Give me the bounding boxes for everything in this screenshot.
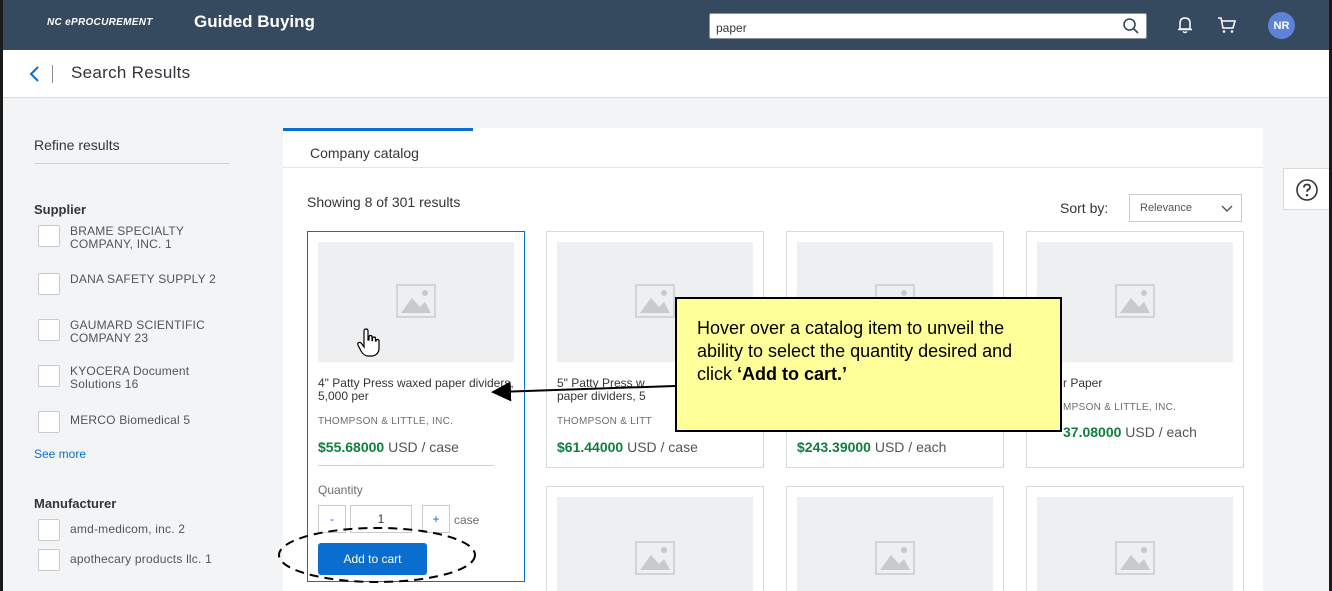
divider bbox=[318, 465, 494, 466]
product-image-placeholder[interactable] bbox=[797, 497, 993, 591]
see-more-link[interactable]: See more bbox=[34, 447, 86, 461]
catalog-tab-bar: Company catalog bbox=[283, 128, 1263, 168]
search-icon[interactable] bbox=[1122, 17, 1140, 35]
price-amount: $61.44000 bbox=[557, 439, 624, 455]
back-icon[interactable] bbox=[27, 64, 43, 84]
product-image-placeholder[interactable] bbox=[557, 497, 753, 591]
supplier-filter-item[interactable]: KYOCERA Document Solutions 16 bbox=[34, 365, 244, 405]
increment-button[interactable]: + bbox=[422, 505, 450, 533]
image-placeholder-icon bbox=[396, 284, 436, 318]
results-count: Showing 8 of 301 results bbox=[307, 194, 461, 210]
filter-label: amd-medicom, inc. 2 bbox=[70, 522, 186, 536]
filter-checkbox[interactable] bbox=[38, 411, 60, 433]
catalog-item-card[interactable] bbox=[1026, 486, 1244, 591]
price-amount: 37.08000 bbox=[1063, 424, 1122, 440]
price-unit: USD / case bbox=[388, 439, 459, 455]
price-amount: $55.68000 bbox=[318, 439, 385, 455]
supplier-filter-item[interactable]: DANA SAFETY SUPPLY 2 bbox=[34, 273, 244, 313]
add-to-cart-button[interactable]: Add to cart bbox=[318, 543, 427, 575]
manufacturer-facet-title: Manufacturer bbox=[34, 496, 117, 511]
sort-label: Sort by: bbox=[1060, 200, 1109, 216]
filter-checkbox[interactable] bbox=[38, 319, 60, 341]
sort-value: Relevance bbox=[1140, 202, 1192, 214]
image-placeholder-icon bbox=[635, 541, 675, 575]
price-unit: USD / each bbox=[874, 439, 947, 455]
search-input[interactable] bbox=[710, 14, 1110, 38]
tab-company-catalog[interactable]: Company catalog bbox=[283, 128, 473, 168]
bell-icon[interactable] bbox=[1173, 13, 1197, 37]
image-placeholder-icon bbox=[635, 284, 675, 318]
quantity-stepper[interactable]: - 1 + bbox=[318, 505, 458, 533]
filter-label: MERCO Biomedical 5 bbox=[70, 413, 191, 427]
item-supplier: THOMPSON & LITTLE, INC. bbox=[318, 416, 454, 427]
item-name[interactable]: r Paper bbox=[1063, 377, 1263, 390]
item-name[interactable]: 5" Patty Press w paper dividers, 5 bbox=[557, 377, 677, 403]
filter-checkbox[interactable] bbox=[38, 225, 60, 247]
image-placeholder-icon bbox=[875, 541, 915, 575]
supplier-filter-item[interactable]: GAUMARD SCIENTIFIC COMPANY 23 bbox=[34, 319, 244, 359]
quantity-input[interactable]: 1 bbox=[350, 505, 412, 533]
image-placeholder-icon bbox=[1115, 284, 1155, 318]
supplier-filter-item[interactable]: MERCO Biomedical 5 bbox=[34, 411, 244, 451]
callout-text: Hover over a catalog item to unveil the … bbox=[697, 317, 1047, 386]
supplier-facet-title: Supplier bbox=[34, 202, 87, 217]
refine-sidebar: Refine results Supplier BRAME SPECIALTY … bbox=[3, 99, 253, 591]
supplier-filter-item[interactable]: BRAME SPECIALTY COMPANY, INC. 1 bbox=[34, 225, 244, 265]
price-unit: USD / each bbox=[1125, 424, 1197, 440]
hand-pointer-icon bbox=[357, 328, 380, 357]
catalog-item-card[interactable]: 4" Patty Press waxed paper dividers, 5,0… bbox=[307, 231, 525, 582]
catalog-item-card[interactable] bbox=[786, 486, 1004, 591]
filter-label: GAUMARD SCIENTIFIC COMPANY 23 bbox=[70, 318, 205, 345]
price-unit: USD / case bbox=[627, 439, 698, 455]
sort-select[interactable]: Relevance bbox=[1129, 194, 1242, 222]
chevron-down-icon bbox=[1221, 205, 1233, 212]
header-divider bbox=[52, 65, 53, 83]
filter-checkbox[interactable] bbox=[38, 549, 60, 571]
item-supplier: MPSON & LITTLE, INC. bbox=[1063, 402, 1177, 413]
decrement-button[interactable]: - bbox=[318, 505, 346, 533]
catalog-item-card[interactable] bbox=[546, 486, 764, 591]
filter-label: DANA SAFETY SUPPLY 2 bbox=[70, 272, 217, 286]
manufacturer-filter-item[interactable]: apothecary products llc. 1 bbox=[34, 549, 244, 589]
callout-text-bold: ‘Add to cart.’ bbox=[737, 364, 848, 384]
page-title: Search Results bbox=[71, 63, 191, 82]
page-header: Search Results bbox=[3, 50, 1329, 98]
quantity-unit: case bbox=[454, 513, 480, 527]
quantity-label: Quantity bbox=[318, 483, 363, 497]
tab-label: Company catalog bbox=[310, 145, 419, 161]
filter-label: KYOCERA Document Solutions 16 bbox=[70, 364, 190, 391]
instruction-callout: Hover over a catalog item to unveil the … bbox=[675, 297, 1062, 432]
filter-label: BRAME SPECIALTY COMPANY, INC. 1 bbox=[70, 224, 184, 251]
brand-logo-text: NC ePROCUREMENT bbox=[47, 17, 153, 28]
refine-title: Refine results bbox=[34, 137, 120, 153]
filter-checkbox[interactable] bbox=[38, 365, 60, 387]
user-avatar[interactable]: NR bbox=[1268, 12, 1295, 39]
item-supplier: THOMPSON & LITT bbox=[557, 416, 653, 427]
item-price: $55.68000 USD / case bbox=[318, 439, 459, 455]
app-title[interactable]: Guided Buying bbox=[194, 12, 315, 32]
price-amount: $243.39000 bbox=[797, 439, 871, 455]
item-price: 37.08000 USD / each bbox=[1063, 424, 1197, 440]
filter-checkbox[interactable] bbox=[38, 273, 60, 295]
product-image-placeholder[interactable] bbox=[318, 242, 514, 362]
divider bbox=[34, 163, 229, 164]
item-price: $243.39000 USD / each bbox=[797, 439, 946, 455]
search-field[interactable] bbox=[709, 13, 1147, 39]
help-button[interactable] bbox=[1283, 168, 1329, 210]
item-name[interactable]: 4" Patty Press waxed paper dividers, 5,0… bbox=[318, 377, 518, 403]
filter-label: apothecary products llc. 1 bbox=[70, 552, 212, 566]
product-image-placeholder[interactable] bbox=[1037, 497, 1233, 591]
product-image-placeholder[interactable] bbox=[1037, 242, 1233, 362]
image-placeholder-icon bbox=[1115, 541, 1155, 575]
filter-checkbox[interactable] bbox=[38, 519, 60, 541]
item-price: $61.44000 USD / case bbox=[557, 439, 698, 455]
help-icon[interactable] bbox=[1295, 178, 1319, 202]
shell-bar: NC ePROCUREMENT Guided Buying NR bbox=[3, 0, 1329, 50]
cart-icon[interactable] bbox=[1215, 13, 1239, 37]
